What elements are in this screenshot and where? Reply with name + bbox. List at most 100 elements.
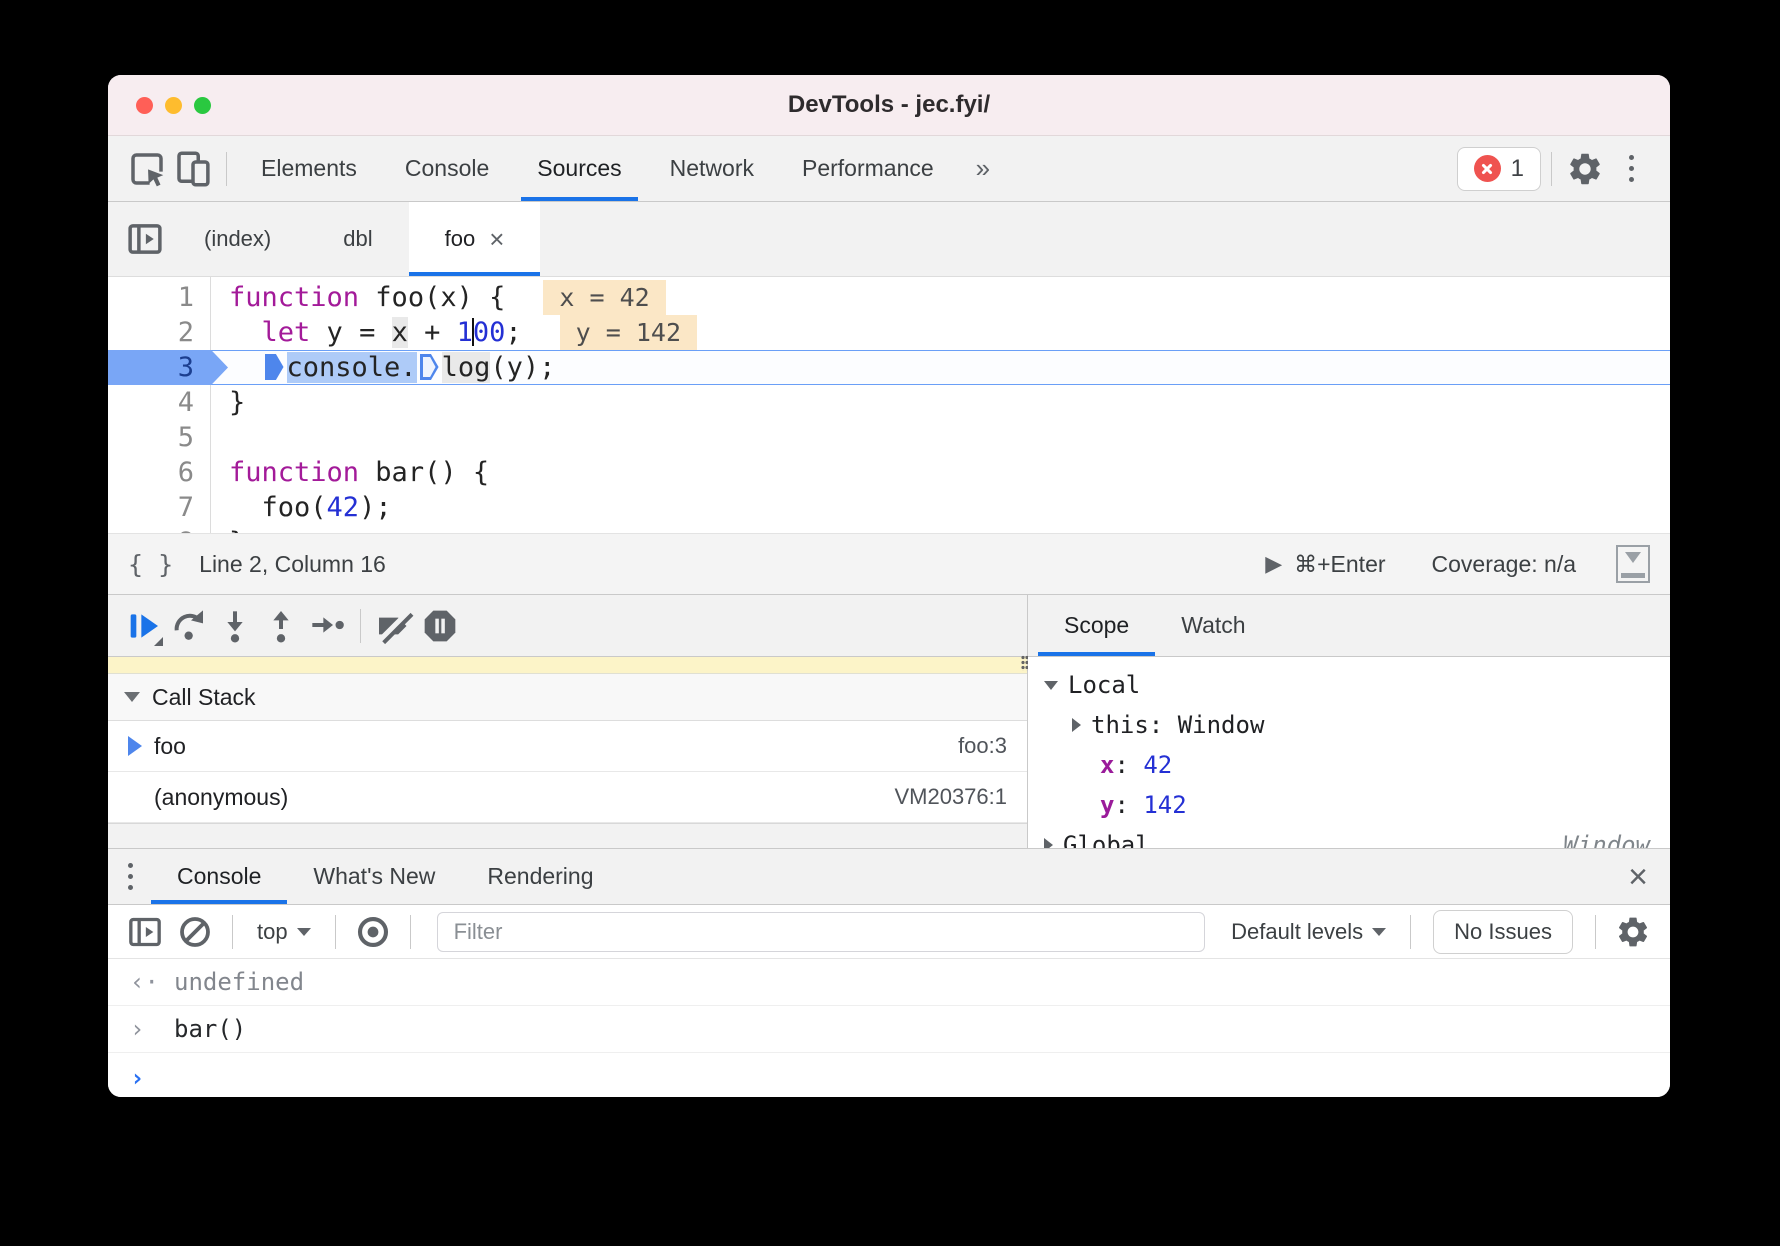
console-result-row[interactable]: ‹· undefined — [108, 959, 1670, 1006]
tab-scope[interactable]: Scope — [1038, 595, 1155, 656]
drawer-menu-icon[interactable] — [128, 863, 133, 890]
navigator-panel-toggle-icon[interactable] — [122, 216, 168, 262]
source-tab-dbl[interactable]: dbl — [307, 202, 408, 276]
code-line-8: } — [229, 525, 1670, 533]
line-number[interactable]: 1 — [178, 280, 194, 315]
highlighted-token: x — [392, 317, 408, 348]
more-tabs-icon[interactable]: » — [958, 153, 1008, 184]
editor-gutter[interactable]: 1 2 4 5 6 7 8 — [108, 277, 211, 533]
line-number[interactable]: 6 — [178, 455, 194, 490]
debugger-left-pane: Call Stack foo foo:3 (anonymous) VM20376… — [108, 595, 1028, 848]
step-out-button[interactable] — [258, 603, 304, 649]
close-drawer-icon[interactable]: × — [1628, 860, 1648, 894]
pause-on-exceptions-button[interactable] — [417, 603, 463, 649]
close-tab-icon[interactable]: × — [489, 224, 504, 255]
number-literal: 1 — [457, 317, 473, 348]
chevron-right-icon — [1044, 838, 1053, 848]
console-drawer: Console What's New Rendering × — [108, 848, 1670, 1097]
scope-entry: this: Window — [1091, 711, 1264, 739]
pretty-print-icon[interactable]: { } — [128, 550, 173, 579]
no-issues-button[interactable]: No Issues — [1433, 910, 1573, 954]
scope-x-row[interactable]: x: 42 — [1028, 745, 1670, 785]
eye-icon[interactable] — [350, 909, 396, 955]
cursor-position: Line 2, Column 16 — [199, 551, 386, 578]
continue-to-here-marker-icon[interactable] — [420, 354, 439, 380]
device-toolbar-icon[interactable] — [170, 146, 216, 192]
source-tab-foo[interactable]: foo × — [409, 202, 541, 276]
scope-this-row[interactable]: this: Window — [1028, 705, 1670, 745]
line-number[interactable]: 2 — [178, 315, 194, 350]
source-tab-index[interactable]: (index) — [168, 202, 307, 276]
clear-console-icon[interactable] — [172, 909, 218, 955]
splitter-handle[interactable] — [1021, 655, 1028, 671]
continue-to-here-marker-icon[interactable] — [265, 354, 284, 380]
context-selector[interactable]: top — [247, 919, 321, 945]
error-count-badge[interactable]: 1 — [1457, 147, 1541, 191]
tab-console[interactable]: Console — [381, 136, 513, 201]
deactivate-breakpoints-button[interactable] — [371, 603, 417, 649]
drawer-tab-rendering[interactable]: Rendering — [461, 849, 619, 904]
line-number-paused[interactable]: 3 — [108, 350, 194, 385]
tab-elements[interactable]: Elements — [237, 136, 381, 201]
tab-performance[interactable]: Performance — [778, 136, 958, 201]
traffic-lights — [136, 75, 211, 135]
command-marker-icon: › — [130, 1015, 174, 1043]
toolbar-separator — [410, 915, 411, 949]
resume-script-button[interactable] — [120, 603, 166, 649]
code-text: foo(x) { — [359, 282, 505, 313]
source-tab-label: (index) — [204, 226, 271, 252]
call-stack-frame-foo[interactable]: foo foo:3 — [108, 721, 1027, 772]
log-levels-dropdown[interactable]: Default levels — [1221, 919, 1396, 945]
selected-token: console. — [287, 352, 417, 383]
console-output[interactable]: ‹· undefined › bar() › — [108, 959, 1670, 1097]
tab-sources[interactable]: Sources — [513, 136, 645, 201]
console-prompt-row[interactable]: › — [108, 1053, 1670, 1097]
step-button[interactable] — [304, 603, 350, 649]
tab-watch[interactable]: Watch — [1155, 595, 1271, 656]
drawer-tab-console[interactable]: Console — [151, 849, 287, 904]
console-filter-input[interactable] — [437, 912, 1206, 952]
source-tabstrip: (index) dbl foo × — [108, 202, 1670, 277]
scope-entry: x: 42 — [1100, 751, 1172, 779]
debugger-toolbar — [108, 595, 1027, 657]
settings-gear-icon[interactable] — [1562, 146, 1608, 192]
sidebar-tabs: Scope Watch — [1028, 595, 1670, 657]
step-into-button[interactable] — [212, 603, 258, 649]
scope-local-row[interactable]: Local — [1028, 665, 1670, 705]
drawer-tab-whats-new[interactable]: What's New — [287, 849, 461, 904]
window-title: DevTools - jec.fyi/ — [788, 91, 990, 119]
step-over-button[interactable] — [166, 603, 212, 649]
drawer-tabbar: Console What's New Rendering × — [108, 849, 1670, 905]
keyword: function — [229, 457, 359, 488]
frame-name: foo — [154, 733, 186, 760]
console-settings-gear-icon[interactable] — [1610, 909, 1656, 955]
source-tab-label: dbl — [343, 226, 372, 252]
tab-network[interactable]: Network — [646, 136, 778, 201]
scope-global-row[interactable]: Global Window — [1028, 825, 1670, 848]
call-stack-frame-anonymous[interactable]: (anonymous) VM20376:1 — [108, 772, 1027, 823]
scope-y-row[interactable]: y: 142 — [1028, 785, 1670, 825]
line-number[interactable]: 5 — [178, 420, 194, 455]
error-count: 1 — [1511, 155, 1524, 183]
inspect-element-icon[interactable] — [124, 146, 170, 192]
kebab-menu-icon[interactable] — [1608, 146, 1654, 192]
coverage-drawer-icon[interactable] — [1616, 545, 1650, 583]
minimize-window-button[interactable] — [165, 97, 182, 114]
line-number[interactable]: 4 — [178, 385, 194, 420]
close-window-button[interactable] — [136, 97, 153, 114]
line-number[interactable]: 8 — [178, 525, 194, 533]
active-frame-arrow-icon — [128, 736, 142, 756]
toolbar-separator — [1595, 915, 1596, 949]
inline-value-hint: x = 42 — [543, 280, 665, 315]
separator-text: : — [1149, 711, 1178, 739]
line-number[interactable]: 7 — [178, 490, 194, 525]
zoom-window-button[interactable] — [194, 97, 211, 114]
keyword: let — [262, 317, 311, 348]
left-pane-filler — [108, 823, 1027, 848]
call-stack-header[interactable]: Call Stack — [108, 674, 1027, 721]
number-literal: 42 — [327, 492, 360, 523]
console-sidebar-toggle-icon[interactable] — [122, 909, 168, 955]
code-editor[interactable]: 1 2 4 5 6 7 8 3 function foo(x) {x = 42 … — [108, 277, 1670, 533]
code-text — [229, 352, 262, 383]
console-command-row[interactable]: › bar() — [108, 1006, 1670, 1053]
